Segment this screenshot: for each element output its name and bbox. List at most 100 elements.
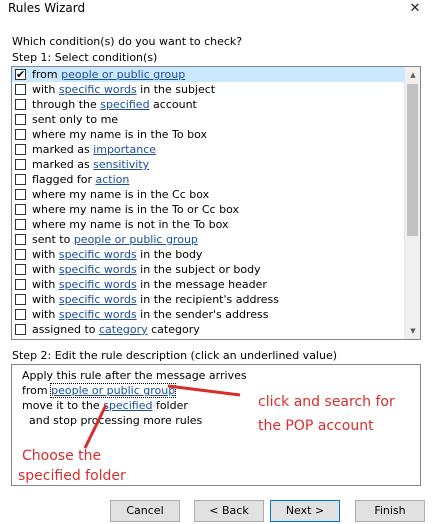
condition-text: assigned to — [32, 323, 99, 336]
condition-link: people or public group — [73, 233, 198, 246]
scroll-up-icon[interactable]: ▲ — [405, 67, 420, 83]
condition-text: with — [32, 293, 59, 306]
next-button[interactable]: Next > — [270, 500, 340, 522]
condition-text: marked as — [32, 143, 94, 156]
condition-checkbox[interactable] — [15, 219, 26, 230]
condition-text: where my name is in the Cc box — [32, 188, 210, 201]
condition-item[interactable]: with specific words in the recipient's a… — [12, 292, 405, 307]
condition-checkbox[interactable] — [15, 174, 26, 185]
condition-link: specified — [100, 98, 150, 111]
condition-checkbox[interactable] — [15, 114, 26, 125]
conditions-list: from people or public groupwith specific… — [12, 67, 405, 337]
title-bar: Rules Wizard ✕ — [0, 0, 432, 18]
condition-checkbox[interactable] — [15, 309, 26, 320]
condition-item[interactable]: marked as importance — [12, 142, 405, 157]
condition-checkbox[interactable] — [15, 324, 26, 335]
specified-folder-link[interactable]: specified — [103, 399, 152, 412]
condition-link: sensitivity — [93, 158, 150, 171]
annotation-right-1: click and search for — [258, 394, 395, 410]
desc-line-from: from people or public group — [22, 383, 177, 398]
conditions-listbox[interactable]: from people or public groupwith specific… — [11, 66, 421, 340]
condition-checkbox[interactable] — [15, 204, 26, 215]
condition-text: with — [32, 248, 59, 261]
condition-text-suffix: in the recipient's address — [136, 293, 279, 306]
cancel-button[interactable]: Cancel — [110, 500, 180, 522]
condition-text: flagged for — [32, 173, 96, 186]
condition-checkbox[interactable] — [15, 99, 26, 110]
window-title: Rules Wizard — [8, 1, 86, 15]
condition-link: specific words — [58, 308, 137, 321]
condition-item[interactable]: with specific words in the message heade… — [12, 277, 405, 292]
desc-line-stop: and stop processing more rules — [22, 414, 203, 427]
condition-text-suffix: in the body — [136, 248, 203, 261]
finish-button[interactable]: Finish — [355, 500, 425, 522]
condition-link: specific words — [58, 248, 137, 261]
condition-checkbox[interactable] — [15, 249, 26, 260]
condition-text: sent to — [32, 233, 74, 246]
condition-item[interactable]: through the specified account — [12, 97, 405, 112]
close-icon[interactable]: ✕ — [404, 0, 426, 18]
condition-text: with — [32, 308, 59, 321]
condition-checkbox[interactable] — [15, 144, 26, 155]
condition-checkbox[interactable] — [15, 67, 26, 82]
condition-item[interactable]: with specific words in the subject or bo… — [12, 262, 405, 277]
condition-text-suffix: account — [149, 98, 197, 111]
condition-text: where my name is not in the To box — [32, 218, 229, 231]
scroll-thumb[interactable] — [407, 84, 418, 236]
condition-item[interactable]: where my name is in the Cc box — [12, 187, 405, 202]
desc-line-move: move it to the specified folder — [22, 398, 188, 413]
condition-checkbox[interactable] — [15, 189, 26, 200]
desc-move-text: move it to the — [22, 399, 104, 412]
annotation-right-2: the POP account — [258, 418, 374, 434]
condition-checkbox[interactable] — [15, 159, 26, 170]
desc-from-text: from — [22, 384, 52, 397]
condition-item[interactable]: sent only to me — [12, 112, 405, 127]
condition-checkbox[interactable] — [15, 264, 26, 275]
condition-text: with — [32, 83, 59, 96]
condition-item[interactable]: with specific words in the body — [12, 247, 405, 262]
step2-label: Step 2: Edit the rule description (click… — [12, 349, 338, 362]
condition-item[interactable]: assigned to category category — [12, 322, 405, 337]
condition-text: where my name is in the To box — [32, 128, 208, 141]
condition-text: sent only to me — [32, 113, 119, 126]
condition-checkbox[interactable] — [15, 279, 26, 290]
condition-checkbox[interactable] — [15, 84, 26, 95]
condition-text: marked as — [32, 158, 94, 171]
condition-link: action — [95, 173, 130, 186]
condition-text: where my name is in the To or Cc box — [32, 203, 239, 216]
condition-item[interactable]: from people or public group — [12, 67, 405, 82]
condition-text: with — [32, 278, 59, 291]
condition-link: specific words — [58, 83, 137, 96]
people-group-link[interactable]: people or public group — [50, 383, 177, 398]
annotation-left-2: specified folder — [18, 468, 126, 484]
condition-checkbox[interactable] — [15, 234, 26, 245]
condition-link: people or public group — [61, 68, 186, 81]
condition-link: specific words — [58, 278, 137, 291]
annotation-left-1: Choose the — [22, 448, 102, 464]
condition-item[interactable]: where my name is in the To or Cc box — [12, 202, 405, 217]
condition-item[interactable]: marked as sensitivity — [12, 157, 405, 172]
condition-item[interactable]: with specific words in the subject — [12, 82, 405, 97]
condition-text-suffix: in the subject — [136, 83, 216, 96]
condition-checkbox[interactable] — [15, 129, 26, 140]
question-label: Which condition(s) do you want to check? — [12, 35, 243, 48]
condition-text: from — [32, 68, 62, 81]
condition-item[interactable]: flagged for action — [12, 172, 405, 187]
scroll-down-icon[interactable]: ▼ — [405, 323, 420, 339]
condition-item[interactable]: sent to people or public group — [12, 232, 405, 247]
conditions-scrollbar[interactable]: ▲ ▼ — [404, 67, 420, 339]
desc-folder-text: folder — [152, 399, 188, 412]
condition-link: specific words — [58, 263, 137, 276]
condition-link: category — [99, 323, 148, 336]
condition-text-suffix: in the sender's address — [136, 308, 269, 321]
condition-item[interactable]: where my name is not in the To box — [12, 217, 405, 232]
condition-item[interactable]: with specific words in the sender's addr… — [12, 307, 405, 322]
condition-text: through the — [32, 98, 101, 111]
condition-text-suffix: in the message header — [136, 278, 267, 291]
condition-text-suffix: category — [147, 323, 200, 336]
step1-label: Step 1: Select condition(s) — [12, 51, 158, 64]
condition-text-suffix: in the subject or body — [136, 263, 261, 276]
back-button[interactable]: < Back — [194, 500, 264, 522]
condition-item[interactable]: where my name is in the To box — [12, 127, 405, 142]
condition-checkbox[interactable] — [15, 294, 26, 305]
